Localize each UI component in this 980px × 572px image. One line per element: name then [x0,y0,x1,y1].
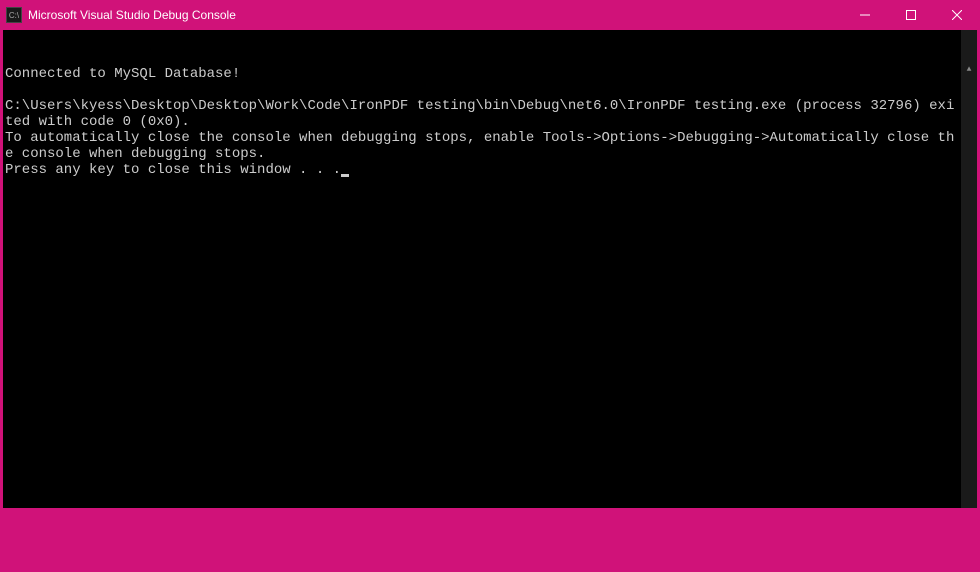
close-button[interactable] [934,0,980,30]
minimize-icon [860,10,870,20]
console-line: Press any key to close this window . . . [5,162,341,178]
app-icon-label: C:\ [9,11,19,20]
maximize-icon [906,10,916,20]
close-icon [952,10,962,20]
window-controls [842,0,980,30]
minimize-button[interactable] [842,0,888,30]
window: C:\ Microsoft Visual Studio Debug Consol… [0,0,980,511]
console-line: Connected to MySQL Database! [5,66,240,82]
vertical-scrollbar[interactable]: ▲ [961,30,977,508]
maximize-button[interactable] [888,0,934,30]
console-line: To automatically close the console when … [5,130,954,162]
text-cursor [341,174,349,177]
console-text: Connected to MySQL Database! C:\Users\ky… [5,66,975,178]
scrollbar-track[interactable]: ▲ [961,62,977,540]
app-icon: C:\ [6,7,22,23]
titlebar[interactable]: C:\ Microsoft Visual Studio Debug Consol… [0,0,980,30]
console-output[interactable]: Connected to MySQL Database! C:\Users\ky… [3,30,977,508]
window-title: Microsoft Visual Studio Debug Console [28,8,842,22]
scrollbar-arrow-up-icon[interactable]: ▲ [961,62,977,78]
console-line: C:\Users\kyess\Desktop\Desktop\Work\Code… [5,98,954,130]
